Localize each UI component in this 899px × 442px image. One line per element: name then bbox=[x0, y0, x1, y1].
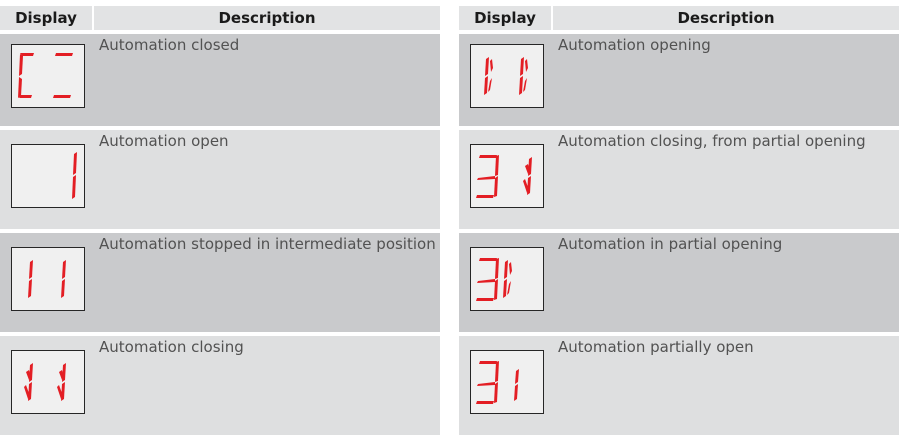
header-display: Display bbox=[459, 6, 553, 34]
table-row: Automation opening bbox=[459, 34, 899, 130]
lcd-partial-opening-icon bbox=[470, 247, 544, 311]
row-description: Automation closed bbox=[99, 36, 240, 54]
row-description: Automation closing, from partial opening bbox=[558, 132, 866, 150]
table-row: Automation in partial opening bbox=[459, 233, 899, 336]
table-row: Automation closing, from partial opening bbox=[459, 130, 899, 233]
row-description: Automation closing bbox=[99, 338, 244, 356]
lcd-stopped-icon bbox=[11, 247, 85, 311]
status-table-left: Display Description Automation closed Au… bbox=[0, 6, 440, 435]
lcd-opening-icon bbox=[470, 44, 544, 108]
row-description: Automation stopped in intermediate posit… bbox=[99, 235, 436, 253]
row-description: Automation open bbox=[99, 132, 229, 150]
table-row: Automation closing bbox=[0, 336, 440, 435]
header-description: Description bbox=[94, 6, 440, 34]
row-description: Automation opening bbox=[558, 36, 711, 54]
table-row: Automation closed bbox=[0, 34, 440, 130]
table-row: Automation open bbox=[0, 130, 440, 233]
lcd-closed-icon bbox=[11, 44, 85, 108]
lcd-open-icon bbox=[11, 144, 85, 208]
row-description: Automation partially open bbox=[558, 338, 754, 356]
header-description: Description bbox=[553, 6, 899, 34]
lcd-closing-icon bbox=[11, 350, 85, 414]
lcd-closing-partial-icon bbox=[470, 144, 544, 208]
row-description: Automation in partial opening bbox=[558, 235, 783, 253]
lcd-partially-open-icon bbox=[470, 350, 544, 414]
status-table-right: Display Description Automation opening A… bbox=[459, 6, 899, 435]
header-display: Display bbox=[0, 6, 94, 34]
table-row: Automation partially open bbox=[459, 336, 899, 435]
table-row: Automation stopped in intermediate posit… bbox=[0, 233, 440, 336]
